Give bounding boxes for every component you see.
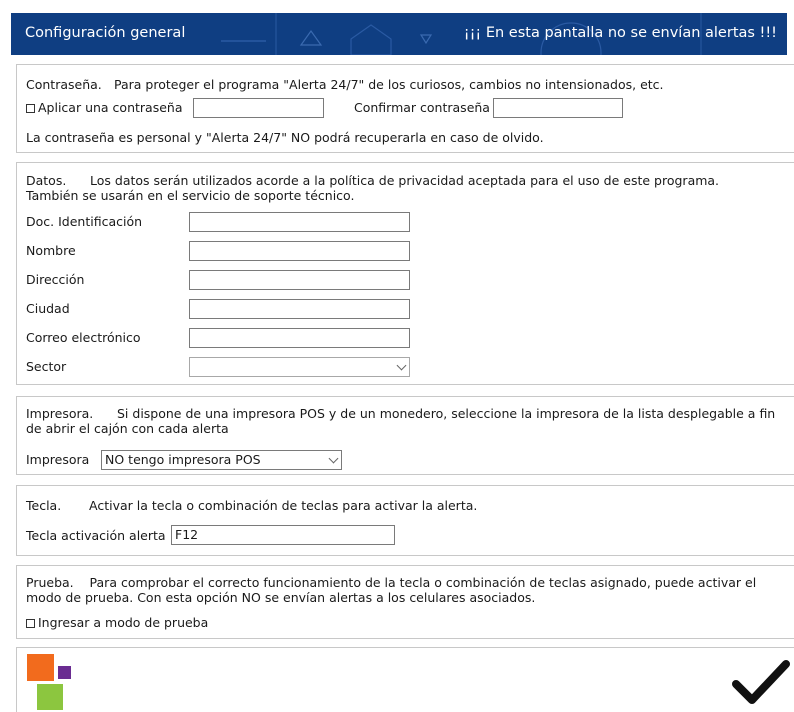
apply-password-checkbox[interactable]: Aplicar una contraseña xyxy=(26,100,182,115)
chevron-down-icon[interactable] xyxy=(396,360,407,371)
password-section: Contraseña. Para proteger el programa "A… xyxy=(16,64,794,153)
logo-icon xyxy=(24,654,74,710)
confirm-password-input[interactable] xyxy=(493,98,623,118)
printer-section: Impresora. Si dispone de una impresora P… xyxy=(16,396,794,475)
field-label-name: Nombre xyxy=(26,243,76,258)
key-heading: Tecla. xyxy=(26,498,62,513)
checkbox-icon[interactable] xyxy=(26,619,35,628)
no-alerts-warning: ¡¡¡ En esta pantalla no se envían alerta… xyxy=(463,25,777,41)
password-input[interactable] xyxy=(193,98,324,118)
name-input[interactable] xyxy=(189,241,410,261)
apply-password-label: Aplicar una contraseña xyxy=(38,100,183,115)
printer-label: Impresora xyxy=(26,452,90,467)
field-label-email: Correo electrónico xyxy=(26,330,141,345)
email-input[interactable] xyxy=(189,328,410,348)
field-label-address: Dirección xyxy=(26,272,85,287)
logo-green-square xyxy=(37,684,63,710)
header-bar: Configuración general ¡¡¡ En esta pantal… xyxy=(11,13,787,55)
key-section: Tecla. Activar la tecla o combinación de… xyxy=(16,485,794,556)
confirm-password-label: Confirmar contraseña xyxy=(354,100,490,115)
document-input[interactable] xyxy=(189,212,410,232)
page-title: Configuración general xyxy=(25,25,186,41)
printer-select[interactable]: NO tengo impresora POS xyxy=(101,450,342,470)
field-label-document: Doc. Identificación xyxy=(26,214,143,229)
test-mode-checkbox[interactable]: Ingresar a modo de prueba xyxy=(26,615,208,630)
password-heading: Contraseña. xyxy=(26,77,102,92)
key-description: Activar la tecla o combinación de teclas… xyxy=(89,498,478,513)
checkmark-icon[interactable] xyxy=(732,658,790,706)
logo-orange-square xyxy=(27,654,54,681)
chevron-down-icon[interactable] xyxy=(328,453,339,464)
data-description-line2: También se usarán en el servicio de sopo… xyxy=(26,188,355,203)
test-description: Para comprobar el correcto funcionamient… xyxy=(26,575,757,605)
data-description-line1: Los datos serán utilizados acorde a la p… xyxy=(90,173,720,188)
field-label-city: Ciudad xyxy=(26,301,70,316)
password-note: La contraseña es personal y "Alerta 24/7… xyxy=(26,130,544,145)
footer-section xyxy=(16,647,794,712)
data-heading: Datos. xyxy=(26,173,67,188)
address-input[interactable] xyxy=(189,270,410,290)
test-mode-label: Ingresar a modo de prueba xyxy=(38,615,209,630)
logo-purple-square xyxy=(58,666,71,679)
test-section: Prueba. Para comprobar el correcto funci… xyxy=(16,565,794,639)
data-section: Datos. Los datos serán utilizados acorde… xyxy=(16,162,794,385)
password-description: Para proteger el programa "Alerta 24/7" … xyxy=(114,77,664,92)
test-text-block: Prueba. Para comprobar el correcto funci… xyxy=(26,575,781,605)
sector-select[interactable] xyxy=(189,357,410,377)
activation-key-input[interactable]: F12 xyxy=(171,525,395,545)
checkbox-icon[interactable] xyxy=(26,104,35,113)
key-label: Tecla activación alerta xyxy=(26,528,166,543)
printer-selected-value: NO tengo impresora POS xyxy=(105,452,261,467)
test-heading: Prueba. xyxy=(26,575,74,590)
city-input[interactable] xyxy=(189,299,410,319)
field-label-sector: Sector xyxy=(26,359,67,374)
printer-description: Si dispone de una impresora POS y de un … xyxy=(26,406,776,436)
